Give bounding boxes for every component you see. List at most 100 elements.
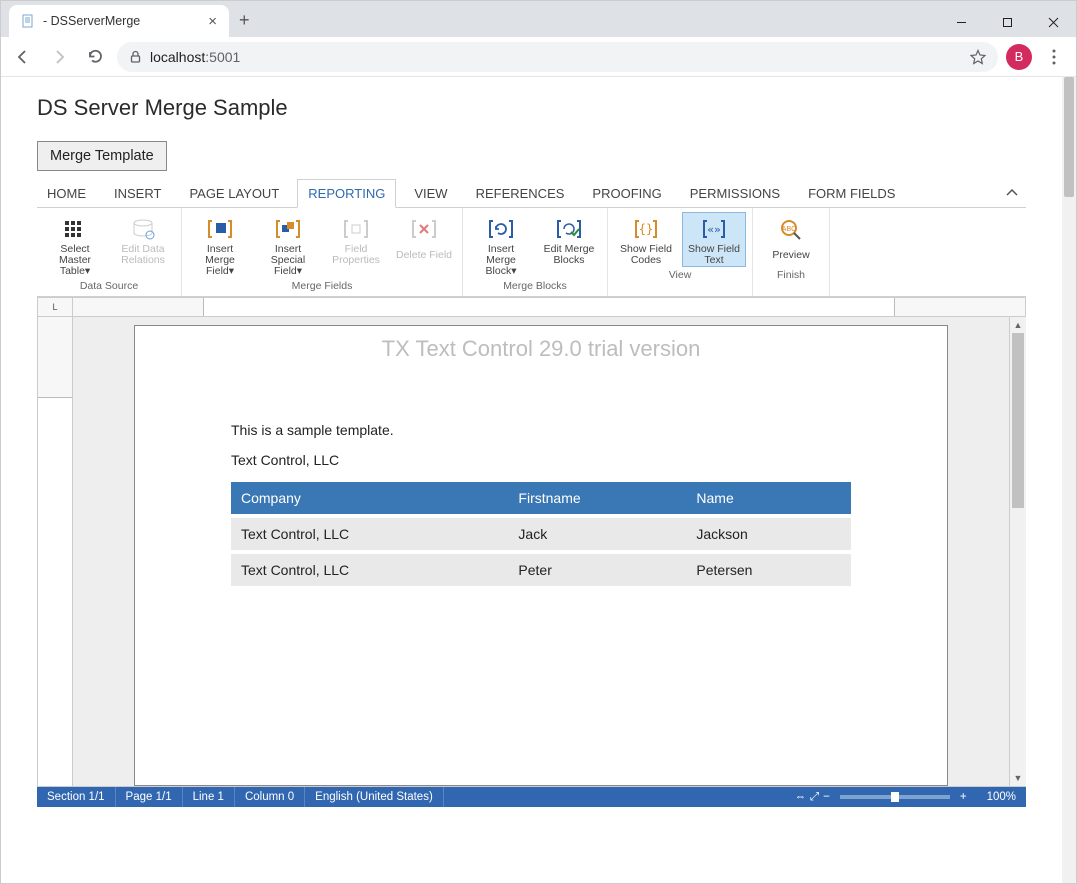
table-header: Company <box>231 482 508 516</box>
doc-line: Text Control, LLC <box>231 452 851 468</box>
status-column: Column 0 <box>235 787 305 807</box>
page-title: DS Server Merge Sample <box>1 77 1062 135</box>
window-close-button[interactable] <box>1030 7 1076 37</box>
table-cell: Text Control, LLC <box>231 552 508 586</box>
document-canvas[interactable]: TX Text Control 29.0 trial version This … <box>73 317 1010 787</box>
zoom-controls[interactable]: ⇔ ⤢ − + <box>784 787 976 807</box>
new-tab-button[interactable]: + <box>239 10 250 31</box>
merge-template-button[interactable]: Merge Template <box>37 141 167 171</box>
ribbon-btn-edit-data-relations: Edit Data Relations <box>111 212 175 278</box>
zoom-in-button[interactable]: + <box>960 791 967 803</box>
status-page: Page 1/1 <box>116 787 183 807</box>
ribbon-tab-references[interactable]: REFERENCES <box>466 180 575 207</box>
horizontal-ruler[interactable] <box>73 297 1026 317</box>
vertical-ruler[interactable] <box>37 317 73 787</box>
page-vscroll[interactable] <box>1062 77 1076 883</box>
ribbon-tab-insert[interactable]: INSERT <box>104 180 171 207</box>
ribbon-btn-insert-special-field[interactable]: Insert Special Field▾ <box>256 212 320 278</box>
table-header: Name <box>686 482 851 516</box>
ribbon: Select Master Table▾Edit Data Relations D… <box>37 208 1026 297</box>
ribbon-tab-proofing[interactable]: PROOFING <box>582 180 671 207</box>
ribbon-collapse-button[interactable] <box>998 185 1026 201</box>
svg-text:{}: {} <box>639 222 653 236</box>
zoom-slider[interactable] <box>840 795 950 799</box>
block-cycle-icon <box>485 215 517 243</box>
ribbon-btn-edit-merge-blocks[interactable]: Edit Merge Blocks <box>537 212 601 278</box>
ribbon-group-label: View <box>669 269 692 283</box>
codes-icon: {} <box>630 215 662 243</box>
tab-title: - DSServerMerge <box>43 14 200 28</box>
ribbon-tab-view[interactable]: VIEW <box>404 180 457 207</box>
svg-text:«»: «» <box>707 223 720 236</box>
grid-icon <box>59 215 91 243</box>
db-icon <box>127 215 159 243</box>
fit-page-icon[interactable]: ⤢ <box>810 791 819 804</box>
reload-button[interactable] <box>81 43 109 71</box>
ribbon-btn-insert-merge-field[interactable]: Insert Merge Field▾ <box>188 212 252 278</box>
browser-menu-button[interactable] <box>1040 43 1068 71</box>
table-cell: Petersen <box>686 552 851 586</box>
magnify-icon: ABC <box>775 215 807 243</box>
ribbon-btn-select-master-table[interactable]: Select Master Table▾ <box>43 212 107 278</box>
ribbon-tab-form-fields[interactable]: FORM FIELDS <box>798 180 905 207</box>
window-maximize-button[interactable] <box>984 7 1030 37</box>
table-cell: Text Control, LLC <box>231 516 508 552</box>
ribbon-group-label: Merge Fields <box>292 280 353 294</box>
doc-line: This is a sample template. <box>231 422 851 438</box>
profile-avatar[interactable]: B <box>1006 44 1032 70</box>
ribbon-group-label: Finish <box>777 269 805 283</box>
ribbon-tab-permissions[interactable]: PERMISSIONS <box>680 180 790 207</box>
status-bar: Section 1/1 Page 1/1 Line 1 Column 0 Eng… <box>37 787 1026 807</box>
url-port: :5001 <box>205 49 240 65</box>
document-vscroll[interactable]: ▲ ▼ <box>1010 317 1026 787</box>
status-language: English (United States) <box>305 787 444 807</box>
ribbon-tab-home[interactable]: HOME <box>37 180 96 207</box>
table-cell: Peter <box>508 552 686 586</box>
bracket-orange-icon <box>204 215 236 243</box>
page-icon <box>21 14 35 28</box>
document-page: TX Text Control 29.0 trial version This … <box>134 325 948 786</box>
table-row: Text Control, LLCJackJackson <box>231 516 851 552</box>
zoom-level: 100% <box>977 787 1026 807</box>
scroll-up-icon[interactable]: ▲ <box>1010 317 1026 333</box>
back-button[interactable] <box>9 43 37 71</box>
status-section: Section 1/1 <box>37 787 116 807</box>
url-host: localhost <box>150 49 205 65</box>
table-row: Text Control, LLCPeterPetersen <box>231 552 851 586</box>
fieldtext-icon: «» <box>698 215 730 243</box>
bracket-x-icon <box>408 215 440 243</box>
scroll-thumb[interactable] <box>1012 333 1024 508</box>
ribbon-btn-show-field-codes[interactable]: {}Show Field Codes <box>614 212 678 267</box>
table-header: Firstname <box>508 482 686 516</box>
table-cell: Jack <box>508 516 686 552</box>
ribbon-btn-preview[interactable]: ABCPreview <box>759 212 823 267</box>
zoom-out-button[interactable]: − <box>823 791 830 803</box>
ribbon-group-label: Data Source <box>80 280 138 294</box>
bookmark-star-icon[interactable] <box>970 49 986 65</box>
window-minimize-button[interactable] <box>938 7 984 37</box>
ribbon-group-label: Merge Blocks <box>503 280 567 294</box>
scroll-down-icon[interactable]: ▼ <box>1010 770 1026 786</box>
ribbon-btn-delete-field: Delete Field <box>392 212 456 278</box>
bracket-gray-icon <box>340 215 372 243</box>
table-cell: Jackson <box>686 516 851 552</box>
fit-width-icon[interactable]: ⇔ <box>794 791 806 803</box>
ribbon-btn-field-properties: Field Properties <box>324 212 388 278</box>
ribbon-btn-show-field-text[interactable]: «»Show Field Text <box>682 212 746 267</box>
page-scroll-thumb[interactable] <box>1064 77 1074 197</box>
forward-button[interactable] <box>45 43 73 71</box>
ribbon-tab-reporting[interactable]: REPORTING <box>297 179 396 208</box>
block-check-icon <box>553 215 585 243</box>
tab-close-icon[interactable]: × <box>208 13 217 30</box>
address-input[interactable]: localhost:5001 <box>117 42 998 72</box>
browser-tab[interactable]: - DSServerMerge × <box>9 5 229 37</box>
ruler-corner[interactable]: L <box>37 297 73 317</box>
document-table: CompanyFirstnameName Text Control, LLCJa… <box>231 482 851 586</box>
browser-title-bar: - DSServerMerge × + <box>1 1 1076 37</box>
bracket-blue-icon <box>272 215 304 243</box>
lock-icon <box>129 50 142 63</box>
watermark-text: TX Text Control 29.0 trial version <box>135 336 947 362</box>
ribbon-btn-insert-merge-block[interactable]: Insert Merge Block▾ <box>469 212 533 278</box>
address-bar: localhost:5001 B <box>1 37 1076 77</box>
ribbon-tab-page-layout[interactable]: PAGE LAYOUT <box>179 180 289 207</box>
